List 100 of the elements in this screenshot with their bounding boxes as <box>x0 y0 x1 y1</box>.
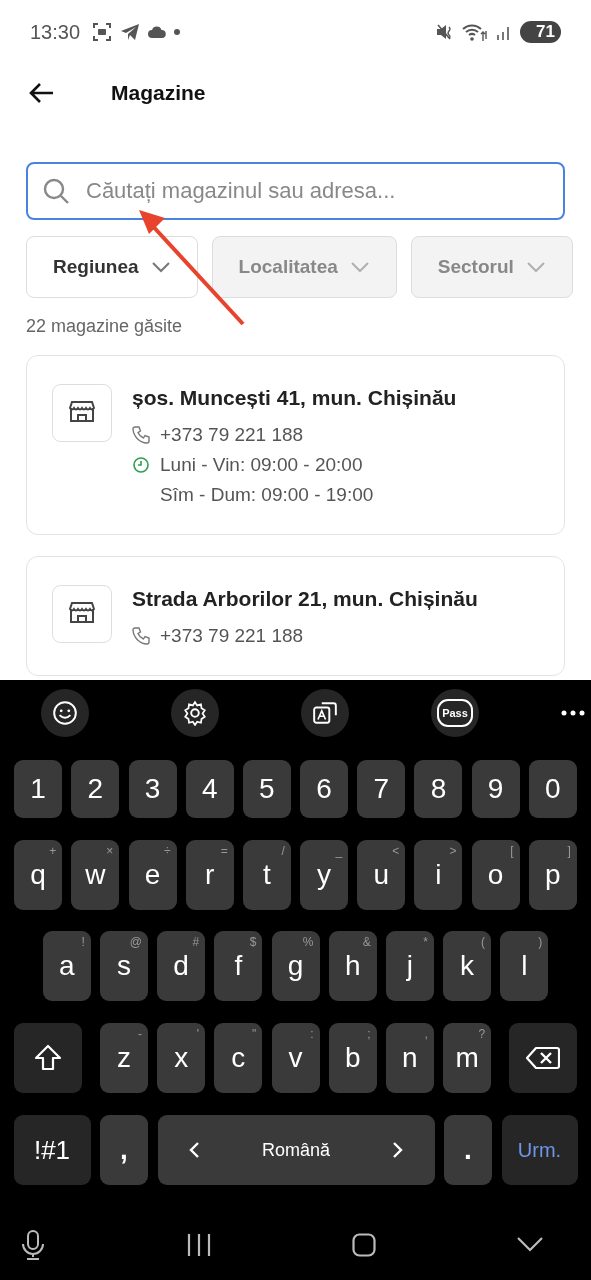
key[interactable]: c " <box>214 1023 263 1093</box>
back-arrow-icon <box>28 82 54 104</box>
opening-hours: Luni - Vin: 09:00 - 20:00 <box>160 454 363 476</box>
page-title: Magazine <box>111 81 206 105</box>
key[interactable]: 9 <box>471 760 520 818</box>
key[interactable]: 7 <box>357 760 406 818</box>
screenshot-icon <box>92 22 113 42</box>
key[interactable]: y _ <box>300 840 349 910</box>
key[interactable]: n , <box>385 1023 434 1093</box>
search-field[interactable]: Căutați magazinul sau adresa... <box>26 162 565 220</box>
key[interactable]: d # <box>157 931 206 1001</box>
store-card[interactable]: Strada Arborilor 21, mun. Chișinău +373 79 221 188 <box>26 556 565 676</box>
key[interactable]: 5 <box>242 760 291 818</box>
filter-dropdown[interactable]: Regiunea <box>26 236 198 298</box>
chevron-right-icon <box>392 1141 405 1159</box>
settings-button[interactable] <box>171 689 219 737</box>
emoji-icon <box>52 700 78 726</box>
key-hint: , <box>424 1027 428 1041</box>
key[interactable]: r = <box>185 840 234 910</box>
key-hint: ÷ <box>163 844 171 858</box>
key[interactable]: b ; <box>328 1023 377 1093</box>
key[interactable]: k ( <box>443 931 492 1001</box>
key-hint: ! <box>81 935 85 949</box>
store-icon <box>52 384 112 442</box>
space-key[interactable]: Română <box>157 1115 435 1185</box>
phone-number: +373 79 221 188 <box>160 625 304 647</box>
key[interactable]: 3 <box>128 760 177 818</box>
microphone-icon[interactable] <box>21 1230 45 1260</box>
key[interactable]: a ! <box>42 931 91 1001</box>
translate-button[interactable] <box>301 689 349 737</box>
key-hint: > <box>449 844 457 858</box>
key-hint: = <box>220 844 228 858</box>
phone-icon <box>132 627 150 645</box>
key[interactable]: o [ <box>471 840 520 910</box>
battery-indicator: 71 <box>520 21 561 43</box>
home-icon[interactable] <box>352 1233 377 1257</box>
key[interactable]: u < <box>357 840 406 910</box>
key[interactable]: z - <box>99 1023 148 1093</box>
key[interactable]: h & <box>328 931 377 1001</box>
chevron-down-icon <box>349 261 370 273</box>
key-hint: ] <box>567 844 571 858</box>
key-hint: < <box>392 844 400 858</box>
key[interactable]: 4 <box>185 760 234 818</box>
search-icon <box>42 177 70 205</box>
cloud-icon <box>148 26 167 38</box>
comma-key[interactable]: , <box>100 1115 148 1185</box>
chevron-down-icon <box>525 261 546 273</box>
key[interactable]: i > <box>414 840 463 910</box>
symbols-key[interactable]: !#1 <box>13 1115 91 1185</box>
key[interactable]: p ] <box>528 840 577 910</box>
emoji-button[interactable] <box>41 689 89 737</box>
key-hint: × <box>106 844 114 858</box>
key-hint: ' <box>196 1027 200 1041</box>
recents-icon[interactable] <box>185 1233 212 1257</box>
period-key[interactable]: . <box>444 1115 492 1185</box>
shift-key[interactable] <box>13 1023 82 1093</box>
chevron-down-icon <box>150 261 171 273</box>
wifi-icon <box>462 22 489 42</box>
key-hint: & <box>362 935 371 949</box>
key-hint: ; <box>367 1027 371 1041</box>
key-hint: : <box>310 1027 314 1041</box>
key[interactable]: s @ <box>99 931 148 1001</box>
key[interactable]: x ' <box>157 1023 206 1093</box>
next-key[interactable]: Urm. <box>501 1115 578 1185</box>
key[interactable]: 8 <box>414 760 463 818</box>
key[interactable]: w × <box>71 840 120 910</box>
backspace-icon <box>526 1046 561 1070</box>
key[interactable]: 2 <box>71 760 120 818</box>
key[interactable]: j * <box>385 931 434 1001</box>
key[interactable]: v : <box>271 1023 320 1093</box>
key-hint: ? <box>478 1027 486 1041</box>
result-count: 22 magazine găsite <box>26 316 184 337</box>
key[interactable]: 0 <box>528 760 577 818</box>
store-address: șos. Muncești 41, mun. Chișinău <box>132 386 457 410</box>
clock-icon <box>132 456 150 474</box>
key[interactable]: g % <box>271 931 320 1001</box>
key-hint: [ <box>510 844 514 858</box>
key-hint: * <box>423 935 428 949</box>
chevron-left-icon <box>187 1141 200 1159</box>
store-address: Strada Arborilor 21, mun. Chișinău <box>132 587 478 611</box>
key[interactable]: 1 <box>14 760 63 818</box>
key[interactable]: l ) <box>500 931 549 1001</box>
key-hint: " <box>252 1027 257 1041</box>
opening-hours: Sîm - Dum: 09:00 - 19:00 <box>160 484 374 506</box>
key[interactable]: q + <box>14 840 63 910</box>
phone-icon <box>132 426 150 444</box>
pass-button[interactable]: Pass <box>431 689 479 737</box>
more-button[interactable] <box>561 710 585 716</box>
send-icon <box>120 23 141 41</box>
store-card[interactable]: șos. Muncești 41, mun. Chișinău +373 79 221 188 Luni - Vin: 09:00 - 20:00 Sîm - Dum: 09:00 - 19:00 <box>26 355 565 535</box>
store-icon <box>52 585 112 643</box>
key[interactable]: m ? <box>443 1023 492 1093</box>
key[interactable]: t / <box>242 840 291 910</box>
key[interactable]: e ÷ <box>128 840 177 910</box>
key-hint: @ <box>129 935 142 949</box>
backspace-key[interactable] <box>509 1023 578 1093</box>
clock-time: 13:30 <box>30 20 81 44</box>
key[interactable]: 6 <box>300 760 349 818</box>
chevron-down-icon[interactable] <box>516 1237 543 1253</box>
key[interactable]: f $ <box>214 931 263 1001</box>
